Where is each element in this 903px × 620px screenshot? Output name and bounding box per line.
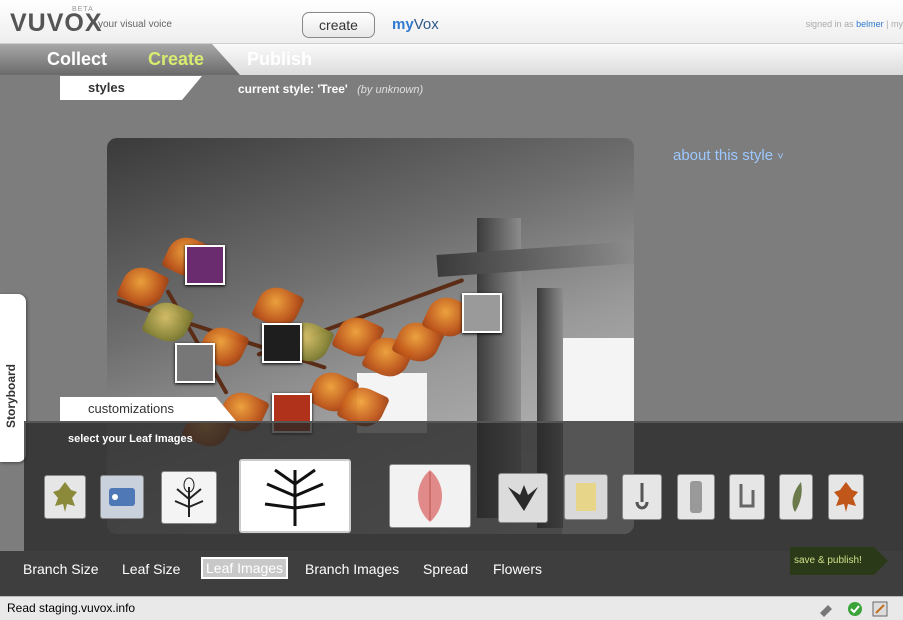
nav-spread[interactable]: Spread (423, 561, 468, 577)
signed-in-user-link[interactable]: belmer (856, 19, 884, 29)
leaf-option-usb-drive[interactable] (677, 474, 715, 520)
current-style: current style: 'Tree' (by unknown) (238, 82, 423, 96)
select-leaf-images-label: select your Leaf Images (68, 433, 193, 445)
create-button[interactable]: create (302, 12, 375, 38)
tab-collect[interactable]: Collect (47, 49, 107, 70)
tab-create[interactable]: Create (148, 49, 204, 70)
leaf-option-metal-hooks[interactable] (729, 474, 765, 520)
leaf-option-sketch-leaves[interactable] (161, 471, 217, 524)
red-leaf-icon (418, 470, 442, 522)
signed-in-prefix: signed in as (805, 19, 854, 29)
chevron-down-icon: ˅ (777, 151, 784, 163)
leaf-option-fern-leaf-sketch[interactable] (239, 459, 351, 533)
about-style-label: about this style (673, 147, 774, 164)
leaf-option-autumn-oak-leaf[interactable] (828, 474, 864, 520)
leaf-option-oak-leaf-green[interactable] (44, 475, 86, 519)
beta-label: BETA (72, 6, 94, 13)
ticket-icon (576, 483, 596, 511)
signed-in-extra[interactable]: | my (886, 19, 903, 29)
myvox-prefix: my (392, 16, 414, 33)
check-icon[interactable] (847, 601, 863, 617)
browser-status-bar: Read staging.vuvox.info (0, 596, 903, 620)
tag-icon (109, 488, 135, 506)
current-style-label: current style: (238, 82, 315, 96)
storyboard-label: Storyboard (4, 363, 18, 428)
customizations-tab[interactable]: customizations (60, 397, 236, 421)
photo-thumbnail (185, 245, 225, 285)
tab-publish[interactable]: Publish (247, 49, 312, 70)
styles-tab[interactable]: styles (60, 76, 202, 100)
vuvox-logo[interactable]: VUVOX (10, 9, 103, 38)
current-style-name: 'Tree' (317, 82, 348, 96)
oak-leaf-icon (53, 482, 77, 512)
nav-branch-size[interactable]: Branch Size (23, 561, 98, 577)
photo-thumbnail (262, 323, 302, 363)
myvox-link[interactable]: myVox (392, 16, 439, 33)
current-style-author: (by unknown) (357, 84, 424, 96)
leaf-option-metal-clip[interactable] (622, 474, 662, 520)
satellite-icon[interactable] (818, 601, 834, 617)
myvox-suffix: Vox (413, 16, 439, 33)
logo-text: VUVOX (10, 9, 103, 37)
sketch-leaves-icon (174, 477, 204, 517)
signed-in-info: signed in as belmer | my (806, 19, 903, 29)
top-header: VUVOX BETA your visual voice create myVo… (0, 0, 903, 44)
status-text: Read staging.vuvox.info (7, 601, 136, 615)
main-tabs-row: Collect Create Publish (0, 44, 903, 75)
dark-leaf-icon (508, 485, 538, 511)
nav-leaf-size[interactable]: Leaf Size (122, 561, 180, 577)
nav-branch-images[interactable]: Branch Images (305, 561, 399, 577)
edit-icon[interactable] (872, 601, 888, 617)
nav-flowers[interactable]: Flowers (493, 561, 542, 577)
photo-thumbnail (175, 343, 215, 383)
storyboard-tab[interactable]: Storyboard (0, 294, 26, 462)
leaf-option-red-leaf[interactable] (389, 464, 471, 528)
save-publish-button[interactable]: save & publish! (790, 547, 888, 575)
tagline: your visual voice (98, 19, 172, 30)
leaf-option-blue-tag[interactable] (100, 475, 144, 519)
clip-icon (635, 483, 649, 510)
photo-thumbnail (462, 293, 502, 333)
leaf-option-dark-leaf[interactable] (498, 473, 548, 523)
leaf-option-green-leaf-blade[interactable] (779, 474, 813, 520)
about-style-link[interactable]: about this style ˅ (673, 147, 784, 164)
nav-leaf-images[interactable]: Leaf Images (201, 557, 289, 579)
blade-leaf-icon (792, 482, 802, 512)
usb-drive-icon (690, 481, 702, 513)
hooks-icon (739, 484, 755, 508)
autumn-leaf-icon (834, 482, 858, 512)
leaf-option-yellow-ticket[interactable] (564, 474, 608, 520)
fern-leaf-icon (264, 468, 326, 526)
